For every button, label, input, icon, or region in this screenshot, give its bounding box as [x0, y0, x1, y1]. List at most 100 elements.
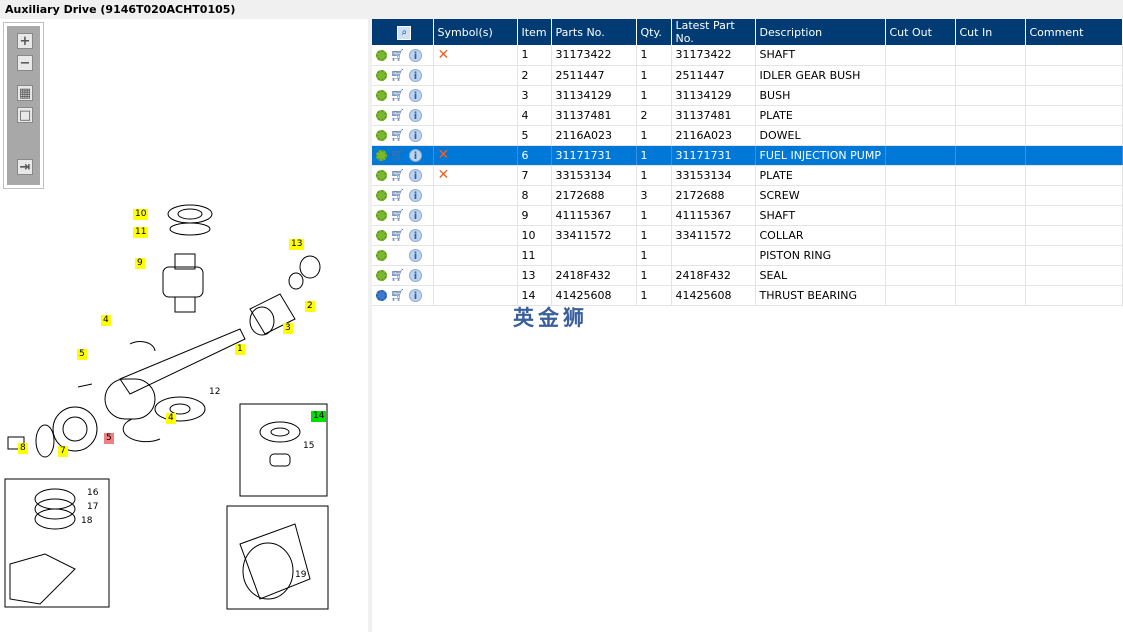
- cart-icon[interactable]: 🛒︎: [390, 269, 406, 281]
- info-icon[interactable]: i: [409, 188, 422, 202]
- callout-8[interactable]: 8: [18, 443, 28, 454]
- info-icon[interactable]: i: [409, 208, 422, 222]
- actual-size-button[interactable]: □: [17, 107, 33, 123]
- cell-desc: BUSH: [755, 85, 886, 106]
- cart-icon[interactable]: 🛒︎: [390, 229, 406, 241]
- diagram-pane[interactable]: + − ▦ □ ⇥ 10 11 9 13 2 3 1 4 5 4 12 8 7 5 14 15 16 17 18 19: [0, 19, 368, 632]
- callout-5[interactable]: 5: [77, 349, 87, 360]
- gear-icon[interactable]: [376, 229, 387, 241]
- info-icon[interactable]: i: [409, 108, 422, 122]
- cell-comment: [1025, 105, 1123, 126]
- column-header[interactable]: Item: [517, 19, 552, 45]
- cart-icon[interactable]: 🛒︎: [390, 289, 406, 301]
- table-row[interactable]: 🛒︎ i 14 41425608 1 41425608 THRUST BEARING: [372, 285, 1123, 306]
- cell-item: 10: [517, 225, 552, 246]
- callout-18[interactable]: 18: [79, 516, 94, 527]
- table-row[interactable]: 🛒︎ i 3 31134129 1 31134129 BUSH: [372, 85, 1123, 106]
- callout-15[interactable]: 15: [301, 441, 316, 452]
- column-header[interactable]: Symbol(s): [433, 19, 518, 45]
- info-icon[interactable]: i: [409, 288, 422, 302]
- callout-4[interactable]: 4: [166, 413, 176, 424]
- column-header[interactable]: Description: [755, 19, 886, 45]
- gear-icon[interactable]: [376, 209, 387, 221]
- info-icon[interactable]: i: [409, 168, 422, 182]
- cart-icon[interactable]: 🛒︎: [390, 149, 406, 161]
- gear-icon[interactable]: [376, 289, 387, 301]
- callout-9[interactable]: 9: [135, 258, 145, 269]
- table-row[interactable]: 🛒︎ i ✕ 1 31173422 1 31173422 SHAFT: [372, 45, 1123, 66]
- callout-5[interactable]: 5: [104, 433, 114, 444]
- cart-icon[interactable]: 🛒︎: [390, 189, 406, 201]
- zoom-in-button[interactable]: +: [17, 33, 33, 49]
- cart-icon[interactable]: 🛒︎: [390, 169, 406, 181]
- gear-icon[interactable]: [376, 129, 387, 141]
- cart-icon[interactable]: 🛒︎: [390, 89, 406, 101]
- info-icon[interactable]: i: [409, 248, 422, 262]
- callout-4[interactable]: 4: [101, 315, 111, 326]
- cell-latest: 31137481: [671, 105, 756, 126]
- table-row[interactable]: 🛒︎ i 13 2418F432 1 2418F432 SEAL: [372, 265, 1123, 286]
- callout-12[interactable]: 12: [207, 387, 222, 398]
- callout-7[interactable]: 7: [58, 446, 68, 457]
- zoom-out-button[interactable]: −: [17, 55, 33, 71]
- callout-16[interactable]: 16: [85, 488, 100, 499]
- fit-view-button[interactable]: ▦: [17, 85, 33, 101]
- column-header[interactable]: Comment: [1025, 19, 1123, 45]
- cart-icon[interactable]: 🛒︎: [390, 209, 406, 221]
- callout-1[interactable]: 1: [235, 344, 245, 355]
- callout-2[interactable]: 2: [305, 301, 315, 312]
- cell-part: 2116A023: [551, 125, 637, 146]
- callout-14[interactable]: 14: [311, 411, 327, 422]
- cart-icon[interactable]: 🛒︎: [390, 129, 406, 141]
- column-header[interactable]: Cut In: [955, 19, 1026, 45]
- cart-icon[interactable]: 🛒︎: [390, 109, 406, 121]
- callout-10[interactable]: 10: [133, 209, 149, 220]
- gear-icon[interactable]: [376, 69, 387, 81]
- column-header[interactable]: Parts No.: [551, 19, 637, 45]
- toggle-panel-button[interactable]: ⇥: [17, 159, 33, 175]
- callout-3[interactable]: 3: [283, 323, 293, 334]
- gear-icon[interactable]: [376, 169, 387, 181]
- column-header[interactable]: Cut Out: [885, 19, 956, 45]
- cell-part: [551, 245, 637, 266]
- symbol-cell: [433, 65, 518, 86]
- info-icon[interactable]: i: [409, 268, 422, 282]
- cell-latest: [671, 245, 756, 266]
- search-icon[interactable]: ⌕: [397, 25, 412, 40]
- table-row[interactable]: 🛒︎ i 8 2172688 3 2172688 SCREW: [372, 185, 1123, 206]
- table-row[interactable]: 🛒︎ i ✕ 6 31171731 1 31171731 FUEL INJECTION PUM…: [372, 145, 1123, 166]
- table-row[interactable]: i 11 1 PISTON RING: [372, 245, 1123, 266]
- table-row[interactable]: 🛒︎ i 5 2116A023 1 2116A023 DOWEL: [372, 125, 1123, 146]
- callout-17[interactable]: 17: [85, 502, 100, 513]
- column-header[interactable]: Latest Part No.: [671, 19, 756, 45]
- gear-icon[interactable]: [376, 249, 387, 261]
- cart-icon[interactable]: 🛒︎: [390, 69, 406, 81]
- gear-icon[interactable]: [376, 149, 387, 161]
- table-row[interactable]: 🛒︎ i 4 31137481 2 31137481 PLATE: [372, 105, 1123, 126]
- info-icon[interactable]: i: [409, 48, 422, 62]
- info-icon[interactable]: i: [409, 128, 422, 142]
- info-icon[interactable]: i: [409, 68, 422, 82]
- column-header[interactable]: Qty.: [636, 19, 672, 45]
- callout-19[interactable]: 19: [293, 570, 308, 581]
- gear-icon[interactable]: [376, 269, 387, 281]
- callout-13[interactable]: 13: [289, 239, 305, 250]
- table-row[interactable]: 🛒︎ i 10 33411572 1 33411572 COLLAR: [372, 225, 1123, 246]
- table-row[interactable]: 🛒︎ i 2 2511447 1 2511447 IDLER GEAR BUSH: [372, 65, 1123, 86]
- info-icon[interactable]: i: [409, 88, 422, 102]
- table-row[interactable]: 🛒︎ i 9 41115367 1 41115367 SHAFT: [372, 205, 1123, 226]
- search-column-header[interactable]: ⌕: [372, 19, 434, 45]
- gear-icon[interactable]: [376, 89, 387, 101]
- info-icon[interactable]: i: [409, 148, 422, 162]
- info-icon[interactable]: i: [409, 228, 422, 242]
- cell-cut-in: [955, 245, 1026, 266]
- symbol-x-icon: ✕: [437, 167, 450, 183]
- table-row[interactable]: 🛒︎ i ✕ 7 33153134 1 33153134 PLATE: [372, 165, 1123, 186]
- gear-icon[interactable]: [376, 49, 387, 61]
- gear-icon[interactable]: [376, 109, 387, 121]
- gear-icon[interactable]: [376, 189, 387, 201]
- cart-icon[interactable]: 🛒︎: [390, 49, 406, 61]
- row-actions: 🛒︎ i: [372, 145, 434, 166]
- symbol-cell: [433, 205, 518, 226]
- callout-11[interactable]: 11: [133, 227, 149, 238]
